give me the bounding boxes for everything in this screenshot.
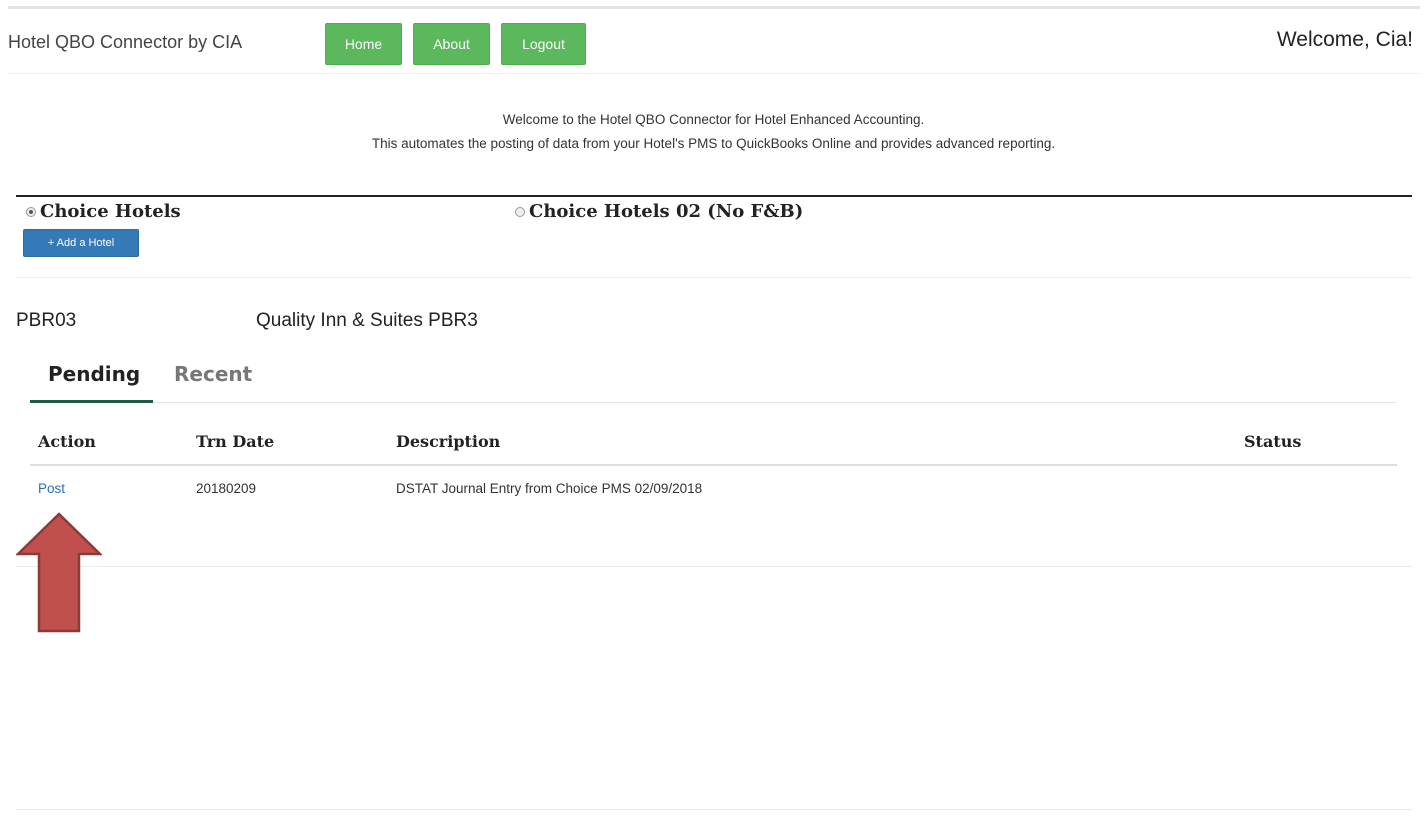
property-name: Quality Inn & Suites PBR3 (256, 310, 478, 331)
about-button[interactable]: About (413, 23, 490, 65)
hotel-option-label: Choice Hotels (40, 201, 181, 222)
property-code: PBR03 (16, 310, 77, 331)
radio-unselected-icon[interactable] (515, 206, 525, 217)
intro-line-2: This automates the posting of data from … (371, 136, 1056, 151)
column-header-trn-date: Trn Date (196, 432, 275, 451)
row-description: DSTAT Journal Entry from Choice PMS 02/0… (396, 481, 703, 496)
hotel-option-choice-hotels[interactable]: Choice Hotels (26, 201, 181, 222)
welcome-message: Welcome, Cia! (1276, 28, 1413, 51)
logout-button[interactable]: Logout (501, 23, 586, 65)
app-title: Hotel QBO Connector by CIA (8, 32, 243, 52)
hotel-option-label: Choice Hotels 02 (No F&B) (529, 201, 804, 222)
hotel-option-choice-hotels-02[interactable]: Choice Hotels 02 (No F&B) (515, 201, 803, 222)
content-panel (16, 567, 1412, 810)
active-tab-indicator (30, 400, 153, 403)
table-header-divider (30, 464, 1397, 466)
radio-selected-icon[interactable] (26, 206, 36, 217)
up-arrow-icon (16, 512, 102, 633)
column-header-status: Status (1244, 432, 1302, 451)
tab-recent[interactable]: Recent (174, 362, 252, 386)
add-hotel-button[interactable]: + Add a Hotel (23, 229, 139, 257)
home-button[interactable]: Home (325, 23, 402, 65)
tab-bar: Pending Recent (30, 352, 1397, 403)
intro-line-1: Welcome to the Hotel QBO Connector for H… (502, 112, 925, 127)
intro-text: Welcome to the Hotel QBO Connector for H… (0, 108, 1427, 156)
row-trn-date: 20180209 (196, 481, 257, 496)
post-link[interactable]: Post (38, 481, 65, 496)
column-header-description: Description (396, 432, 501, 451)
tab-pending[interactable]: Pending (48, 362, 140, 386)
column-header-action: Action (38, 432, 96, 451)
